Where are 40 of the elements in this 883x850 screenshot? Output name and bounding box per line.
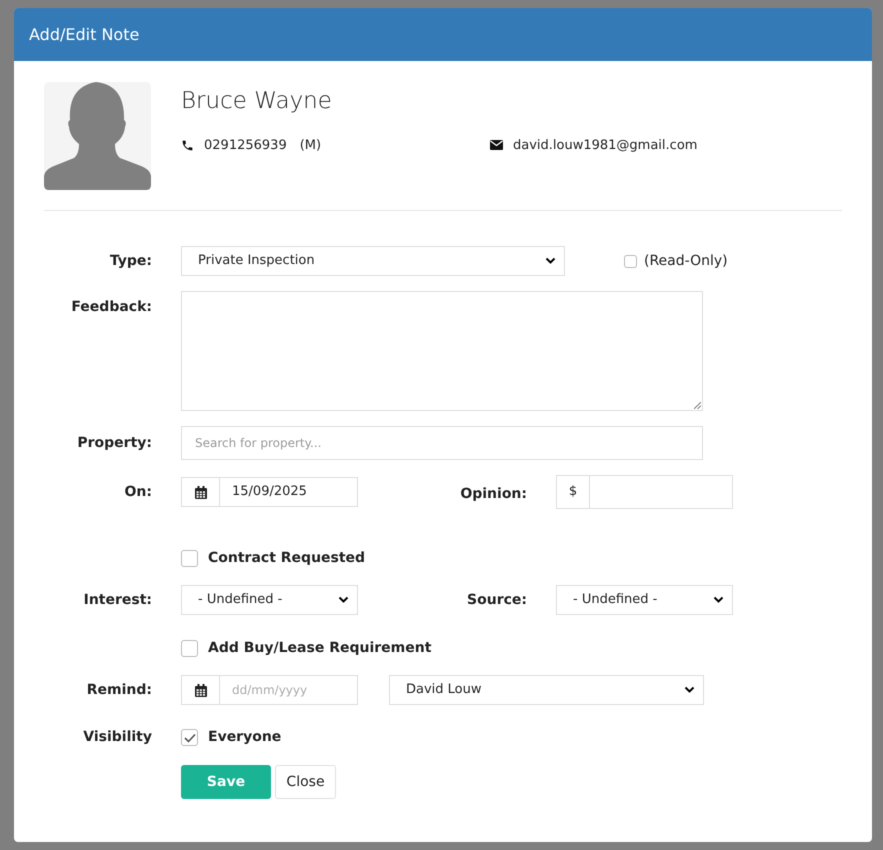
date-field[interactable]: 15/09/2025 — [181, 477, 358, 507]
user-select[interactable]: David Louw — [389, 675, 704, 705]
contact-name: Bruce Wayne — [181, 87, 333, 116]
field-label: Visibility — [82, 728, 152, 747]
field-label: Interest: — [82, 590, 152, 610]
phone-number: 0291256939 — [204, 136, 287, 154]
dialog-title: Add/Edit Note — [29, 24, 140, 46]
email-address: david.louw1981@gmail.com — [513, 136, 698, 154]
phone-type: (M) — [300, 136, 322, 154]
feedback-textarea[interactable] — [181, 291, 703, 411]
field-label: Contract Requested — [208, 549, 366, 568]
type-select[interactable]: Private Inspection — [181, 246, 565, 276]
checkbox[interactable] — [624, 254, 637, 268]
checkbox[interactable] — [181, 640, 198, 657]
chevron-down-icon — [713, 596, 724, 604]
opinion-field[interactable]: $ — [556, 475, 733, 509]
calendar-icon — [194, 684, 206, 696]
field-label: Everyone — [208, 728, 282, 747]
checkbox[interactable] — [181, 550, 198, 567]
calendar-icon — [194, 486, 206, 498]
field-label: Add Buy/Lease Requirement — [208, 639, 432, 658]
envelope-icon — [490, 140, 503, 150]
field-label: Source: — [466, 590, 527, 610]
checkbox-label: (Read-Only) — [644, 252, 728, 270]
field-label: Opinion: — [459, 484, 527, 504]
field-label: On: — [124, 482, 152, 502]
close-button[interactable]: Close — [275, 765, 336, 799]
check-icon — [184, 732, 196, 742]
phone-icon — [181, 138, 194, 152]
checkbox[interactable] — [181, 729, 198, 746]
field-label: Property: — [76, 434, 152, 452]
interest-select[interactable]: - Undefined - — [181, 585, 358, 615]
chevron-down-icon — [545, 257, 556, 265]
field-label: Type: — [108, 252, 152, 270]
chevron-down-icon — [684, 686, 695, 694]
chevron-down-icon — [338, 596, 349, 604]
field-label: Feedback: — [70, 298, 152, 317]
source-select[interactable]: - Undefined - — [556, 585, 733, 615]
resize-handle-icon — [694, 402, 701, 409]
field-label: Remind: — [86, 680, 152, 700]
